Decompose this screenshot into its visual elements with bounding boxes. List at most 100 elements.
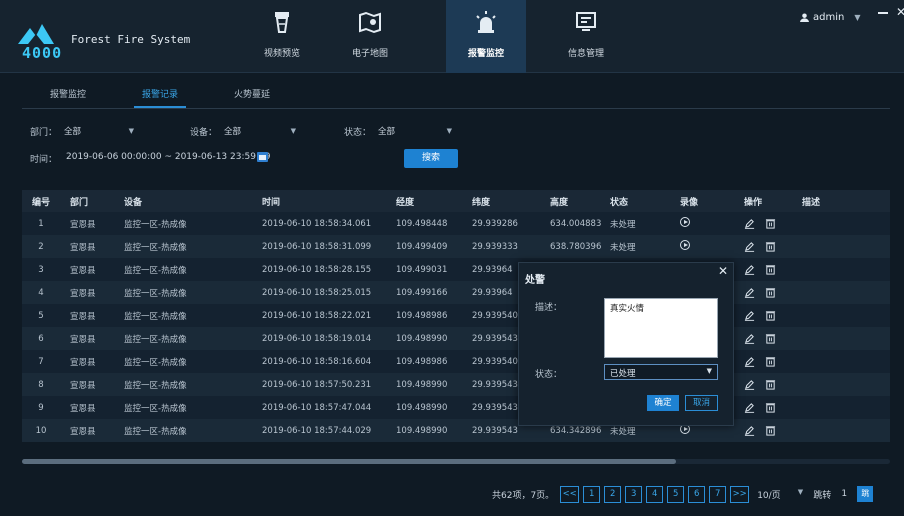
table-cell: 监控一区-热成像 [124,311,187,322]
table-row[interactable]: 3 宣恩县 监控一区-热成像 2019-06-10 18:58:28.155 109.4… [22,258,890,281]
dialog-status-value: 已处理 [610,369,636,379]
col-header: 描述 [802,197,821,208]
play-video-icon[interactable] [680,240,690,250]
edit-icon[interactable] [744,402,755,413]
col-header: 经度 [396,197,415,208]
scrollbar-thumb[interactable] [22,459,676,464]
operation-cell [730,218,798,229]
nav-video-preview[interactable]: 视频预览 [242,0,322,73]
delete-icon[interactable] [765,379,776,390]
table-row[interactable]: 9 宣恩县 监控一区-热成像 2019-06-10 18:57:47.044 109.4… [22,396,890,419]
operation-cell [730,379,798,390]
device-value: 全部 [224,127,242,137]
minimize-button[interactable] [878,12,888,14]
edit-icon[interactable] [744,425,755,436]
calendar-icon[interactable] [257,152,268,162]
delete-icon[interactable] [765,310,776,321]
table-row[interactable]: 10 宣恩县 监控一区-热成像 2019-06-10 18:57:44.029 109.… [22,419,890,442]
delete-icon[interactable] [765,287,776,298]
edit-icon[interactable] [744,310,755,321]
table-row[interactable]: 7 宣恩县 监控一区-热成像 2019-06-10 18:58:16.604 109.4… [22,350,890,373]
status-value: 全部 [378,127,396,137]
device-select[interactable]: 全部 ▼ [224,125,296,141]
edit-icon[interactable] [744,241,755,252]
table-cell: 1 [38,218,44,229]
page-button[interactable]: 5 [667,485,685,503]
close-window-button[interactable]: ✕ [896,5,904,19]
edit-icon[interactable] [744,264,755,275]
delete-icon[interactable] [765,356,776,367]
table-row[interactable]: 6 宣恩县 监控一区-热成像 2019-06-10 18:58:19.014 109.4… [22,327,890,350]
table-cell: 8 [38,379,44,390]
edit-icon[interactable] [744,333,755,344]
pagination: 共62项，7页。 << 1234567 >> 10/页 ▼ 跳转 1 跳 [492,485,874,503]
tab-alarm-monitor[interactable]: 报警监控 [22,84,114,108]
jump-input[interactable]: 1 [837,489,851,499]
tab-alarm-records[interactable]: 报警记录 [114,84,206,108]
confirm-button[interactable]: 确定 [647,395,679,411]
page-buttons: 1234567 [583,485,730,503]
operation-cell [730,310,798,321]
page-button[interactable]: 1 [583,485,601,503]
time-range-input[interactable]: 2019-06-06 00:00:00 ~ 2019-06-13 23:59:5… [66,152,276,162]
cancel-button[interactable]: 取消 [685,395,718,411]
search-button[interactable]: 搜索 [404,149,458,168]
dialog-status-select[interactable]: 已处理 ▼ [604,364,718,380]
table-cell: 监控一区-热成像 [124,403,187,414]
table-cell: 未处理 [610,242,636,253]
table-cell: 监控一区-热成像 [124,380,187,391]
jump-go-button[interactable]: 跳 [857,486,874,502]
table-cell: 2019-06-10 18:58:22.021 [262,310,372,321]
delete-icon[interactable] [765,218,776,229]
page-button[interactable]: 3 [625,485,643,503]
table-row[interactable]: 4 宣恩县 监控一区-热成像 2019-06-10 18:58:25.015 109.4… [22,281,890,304]
nav-info-manage[interactable]: 信息管理 [546,0,626,73]
table-header: 编号 部门 设备 时间 经度 纬度 高度 状态 录像 操作 描述 [22,190,890,212]
nav-alarm-monitor[interactable]: 报警监控 [446,0,526,73]
table-cell: 未处理 [610,219,636,230]
status-select[interactable]: 全部 ▼ [378,125,452,141]
delete-icon[interactable] [765,264,776,275]
delete-icon[interactable] [765,333,776,344]
edit-icon[interactable] [744,379,755,390]
close-icon[interactable]: ✕ [718,264,728,278]
first-page-button[interactable]: << [560,485,580,503]
chevron-down-icon: ▼ [854,13,861,22]
page-button[interactable]: 4 [646,485,664,503]
tab-fire-spread[interactable]: 火势蔓延 [206,84,298,108]
play-video-icon[interactable] [680,217,690,227]
page-size-select[interactable]: 10/页 ▼ [757,488,809,501]
nav-label: 视频预览 [263,49,300,59]
table-row[interactable]: 8 宣恩县 监控一区-热成像 2019-06-10 18:57:50.231 109.4… [22,373,890,396]
chevron-down-icon: ▼ [290,127,296,135]
table-cell: 109.498990 [396,379,448,390]
nav-map[interactable]: 电子地图 [330,0,410,73]
user-icon [800,13,809,22]
edit-icon[interactable] [744,356,755,367]
edit-icon[interactable] [744,287,755,298]
operation-cell [730,241,798,252]
page-button[interactable]: 6 [688,485,706,503]
dept-select[interactable]: 全部 ▼ [64,125,134,141]
mountain-logo-icon [18,24,54,44]
last-page-button[interactable]: >> [730,485,750,503]
handle-alarm-dialog: 处警 ✕ 描述： 真实火情 状态： 已处理 ▼ 确定 取消 [518,262,734,426]
table-cell: 109.499409 [396,241,448,252]
desc-label: 描述： [535,303,563,313]
description-textarea[interactable]: 真实火情 [604,298,718,358]
page-button[interactable]: 7 [709,485,727,503]
col-header: 状态 [610,197,629,208]
delete-icon[interactable] [765,425,776,436]
table-cell: 宣恩县 [70,334,96,345]
user-menu[interactable]: admin ▼ [800,12,861,23]
delete-icon[interactable] [765,241,776,252]
video-cell [662,217,730,230]
table-row[interactable]: 2 宣恩县 监控一区-热成像 2019-06-10 18:58:31.099 109.4… [22,235,890,258]
table-row[interactable]: 1 宣恩县 监控一区-热成像 2019-06-10 18:58:34.061 109.4… [22,212,890,235]
nav-label: 电子地图 [351,49,388,59]
table-row[interactable]: 5 宣恩县 监控一区-热成像 2019-06-10 18:58:22.021 109.4… [22,304,890,327]
page-button[interactable]: 2 [604,485,622,503]
delete-icon[interactable] [765,402,776,413]
edit-icon[interactable] [744,218,755,229]
horizontal-scrollbar[interactable] [22,459,890,464]
